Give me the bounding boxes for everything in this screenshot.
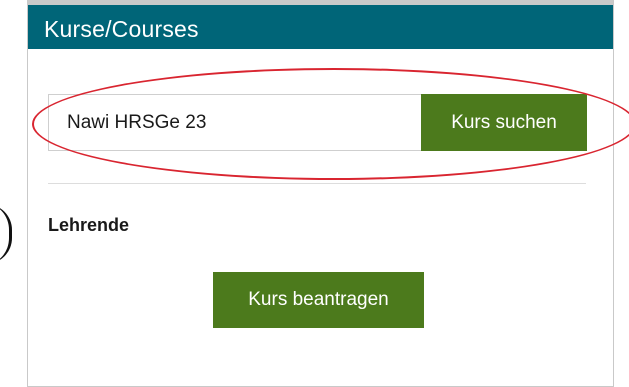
course-search-input[interactable] <box>48 94 421 151</box>
panel-title: Kurse/Courses <box>44 16 199 42</box>
page: Kurse/Courses Kurs suchen Lehrende Kurs … <box>0 0 629 387</box>
course-search-button[interactable]: Kurs suchen <box>421 94 587 151</box>
request-course-button[interactable]: Kurs beantragen <box>213 272 424 328</box>
teachers-heading: Lehrende <box>48 215 130 235</box>
annotation-bracket <box>0 204 12 264</box>
panel-header: Kurse/Courses <box>28 1 613 49</box>
course-search: Kurs suchen <box>48 94 587 151</box>
courses-panel: Kurse/Courses Kurs suchen Lehrende Kurs … <box>27 0 614 387</box>
divider <box>48 183 586 184</box>
